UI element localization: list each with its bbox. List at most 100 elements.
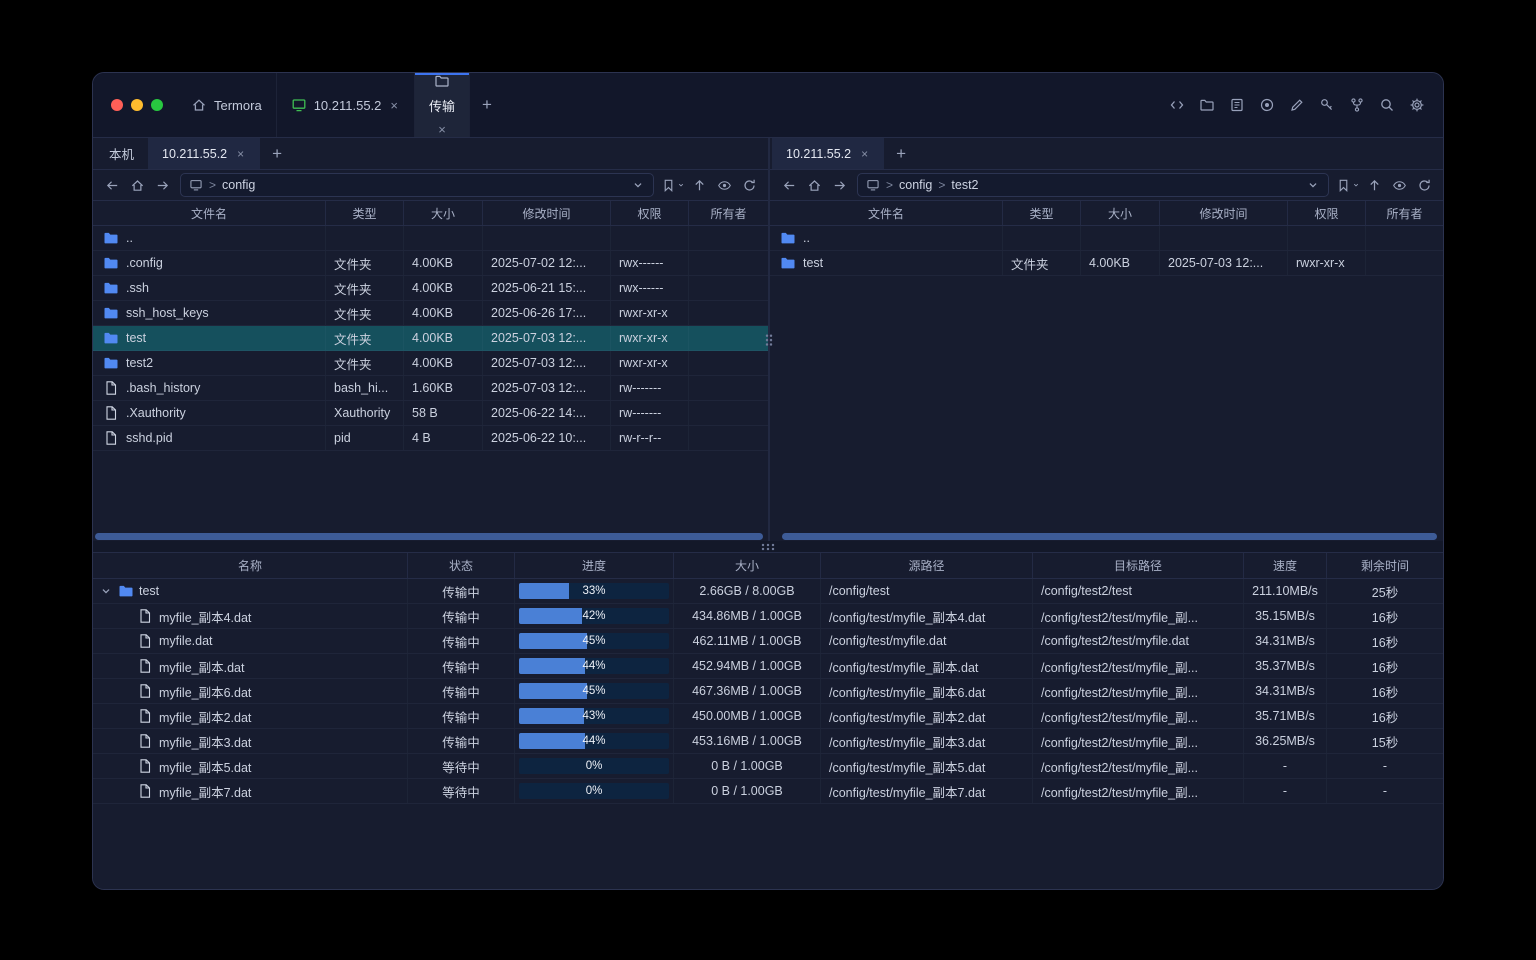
column-header[interactable]: 文件名 [770,201,1003,225]
column-header[interactable]: 名称 [93,553,408,578]
transfer-row[interactable]: myfile_副本3.dat 传输中 44% 453.16MB / 1.00GB… [93,729,1443,754]
file-row[interactable]: test 文件夹 4.00KB 2025-07-03 12:... rwxr-x… [93,326,768,351]
branch-icon[interactable] [1345,93,1369,117]
titlebar-tab[interactable]: 传输 × [415,73,470,137]
column-header[interactable]: 源路径 [821,553,1033,578]
home-button[interactable] [126,174,148,196]
path-bar[interactable]: >config>test2 [857,173,1329,197]
transfer-row[interactable]: myfile_副本5.dat 等待中 0% 0 B / 1.00GB /conf… [93,754,1443,779]
transfer-row[interactable]: myfile_副本6.dat 传输中 45% 467.36MB / 1.00GB… [93,679,1443,704]
show-hidden-files-button[interactable] [1388,174,1410,196]
right-horizontal-scrollbar[interactable] [770,531,1443,541]
column-header[interactable]: 文件名 [93,201,326,225]
file-row[interactable]: sshd.pid pid 4 B 2025-06-22 10:... rw-r-… [93,426,768,451]
pane-splitter[interactable] [768,138,770,541]
column-header[interactable]: 速度 [1244,553,1327,578]
column-header[interactable]: 权限 [1288,201,1366,225]
transfer-source-path: /config/test/myfile_副本2.dat [821,704,1033,728]
path-bar[interactable]: >config [180,173,654,197]
back-button[interactable] [778,174,800,196]
minimize-window-button[interactable] [131,99,143,111]
file-row[interactable]: .ssh 文件夹 4.00KB 2025-06-21 15:... rwx---… [93,276,768,301]
close-window-button[interactable] [111,99,123,111]
new-pane-tab-button[interactable]: + [260,138,294,169]
column-header[interactable]: 状态 [408,553,515,578]
left-horizontal-scrollbar[interactable] [93,531,768,541]
refresh-button[interactable] [738,174,760,196]
pane-tab[interactable]: 10.211.55.2 × [148,138,260,169]
column-header[interactable]: 所有者 [689,201,768,225]
key-icon[interactable] [1315,93,1339,117]
folder-icon[interactable] [1195,93,1219,117]
splitter-grip-icon[interactable] [761,543,776,551]
column-header[interactable]: 大小 [404,201,483,225]
bookmark-button[interactable] [1336,174,1360,196]
search-icon[interactable] [1375,93,1399,117]
file-row[interactable]: .. [770,226,1443,251]
settings-icon[interactable] [1405,93,1429,117]
column-header[interactable]: 权限 [611,201,689,225]
transfer-row[interactable]: test 传输中 33% 2.66GB / 8.00GB /config/tes… [93,579,1443,604]
scrollbar-thumb[interactable] [95,533,763,540]
expand-chevron-icon[interactable] [99,584,113,598]
new-pane-tab-button[interactable]: + [884,138,918,169]
file-row[interactable]: .Xauthority Xauthority 58 B 2025-06-22 1… [93,401,768,426]
forward-button[interactable] [828,174,850,196]
column-header[interactable]: 大小 [1081,201,1160,225]
file-row[interactable]: .config 文件夹 4.00KB 2025-07-02 12:... rwx… [93,251,768,276]
close-tab-icon[interactable]: × [859,147,870,161]
back-button[interactable] [101,174,123,196]
bookmark-button[interactable] [661,174,685,196]
path-segment[interactable]: test2 [951,178,978,192]
up-directory-button[interactable] [1363,174,1385,196]
file-row[interactable]: .. [93,226,768,251]
chevron-down-icon[interactable] [1306,178,1320,192]
refresh-button[interactable] [1413,174,1435,196]
file-row[interactable]: .bash_history bash_hi... 1.60KB 2025-07-… [93,376,768,401]
column-header[interactable]: 类型 [326,201,404,225]
column-header[interactable]: 大小 [674,553,821,578]
pane-tab[interactable]: 10.211.55.2 × [772,138,884,169]
progress-percent: 43% [519,708,669,724]
chevron-down-icon[interactable] [631,178,645,192]
file-modified: 2025-06-21 15:... [483,276,611,300]
transfer-row[interactable]: myfile_副本7.dat 等待中 0% 0 B / 1.00GB /conf… [93,779,1443,804]
new-tab-button[interactable]: + [470,73,504,137]
path-segment[interactable]: config [899,178,932,192]
home-button[interactable] [803,174,825,196]
column-header[interactable]: 修改时间 [483,201,611,225]
code-icon[interactable] [1165,93,1189,117]
transfer-row[interactable]: myfile_副本.dat 传输中 44% 452.94MB / 1.00GB … [93,654,1443,679]
column-header[interactable]: 所有者 [1366,201,1443,225]
file-row[interactable]: test2 文件夹 4.00KB 2025-07-03 12:... rwxr-… [93,351,768,376]
transfer-splitter[interactable] [93,541,1443,553]
titlebar-tab[interactable]: Termora [177,73,277,137]
transfer-source-path: /config/test/myfile_副本4.dat [821,604,1033,628]
scrollbar-thumb[interactable] [782,533,1437,540]
transfer-row[interactable]: myfile_副本4.dat 传输中 42% 434.86MB / 1.00GB… [93,604,1443,629]
column-header[interactable]: 进度 [515,553,674,578]
titlebar-tab[interactable]: 10.211.55.2 × [277,73,415,137]
file-row[interactable]: test 文件夹 4.00KB 2025-07-03 12:... rwxr-x… [770,251,1443,276]
column-header[interactable]: 类型 [1003,201,1081,225]
edit-icon[interactable] [1285,93,1309,117]
transfer-row[interactable]: myfile_副本2.dat 传输中 43% 450.00MB / 1.00GB… [93,704,1443,729]
column-header[interactable]: 剩余时间 [1327,553,1443,578]
close-tab-icon[interactable]: × [436,122,448,137]
column-header[interactable]: 修改时间 [1160,201,1288,225]
close-tab-icon[interactable]: × [235,147,246,161]
macro-icon[interactable] [1225,93,1249,117]
maximize-window-button[interactable] [151,99,163,111]
up-directory-button[interactable] [688,174,710,196]
column-header[interactable]: 目标路径 [1033,553,1244,578]
transfer-status: 传输中 [408,729,515,753]
file-row[interactable]: ssh_host_keys 文件夹 4.00KB 2025-06-26 17:.… [93,301,768,326]
forward-button[interactable] [151,174,173,196]
path-segment[interactable]: config [222,178,255,192]
pane-tab[interactable]: 本机 [95,138,148,169]
splitter-grip-icon[interactable] [765,333,773,346]
close-tab-icon[interactable]: × [388,98,400,113]
transfer-row[interactable]: myfile.dat 传输中 45% 462.11MB / 1.00GB /co… [93,629,1443,654]
show-hidden-files-button[interactable] [713,174,735,196]
record-icon[interactable] [1255,93,1279,117]
